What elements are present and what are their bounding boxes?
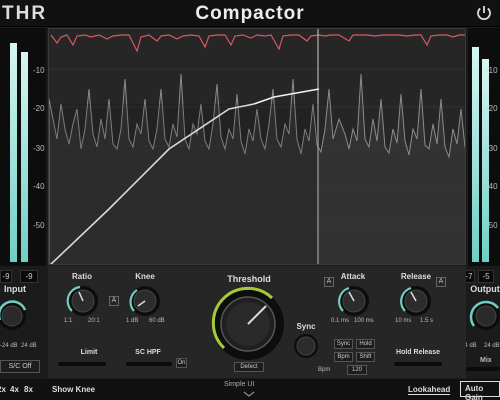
- sc-hpf-label: SC HPF: [135, 349, 161, 356]
- zoom-2x-button[interactable]: 2x: [0, 385, 6, 394]
- sync-knob[interactable]: [292, 332, 320, 360]
- threshold-knob[interactable]: [210, 286, 286, 362]
- knee-knob[interactable]: [128, 284, 162, 318]
- output-meter: -10 -20 -30 -40 -50: [468, 28, 500, 266]
- mix-label: Mix: [480, 357, 492, 364]
- release-knob[interactable]: [399, 284, 433, 318]
- attack-label: Attack: [340, 272, 366, 281]
- knee-min: 1 dB: [126, 318, 139, 324]
- bpm-label: Bpm: [318, 367, 331, 373]
- attack-auto-button[interactable]: A: [324, 277, 334, 287]
- detect-button[interactable]: Detect: [234, 362, 264, 372]
- compression-graph[interactable]: [48, 28, 466, 265]
- output-gain-knob[interactable]: [464, 298, 500, 336]
- release-auto-button[interactable]: A: [436, 277, 446, 287]
- ratio-min: 1:1: [64, 318, 73, 324]
- ratio-auto-button[interactable]: A: [109, 296, 119, 306]
- ratio-knob[interactable]: [66, 284, 100, 318]
- shift-mode-button[interactable]: Shift: [356, 352, 375, 362]
- hold-release-slider[interactable]: [394, 362, 442, 366]
- bottom-bar: 2x 4x 8x Show Knee Simple UI Lookahead A…: [0, 379, 500, 400]
- output-meter-bar-left: [472, 47, 479, 262]
- control-panel: Ratio 1:1 20:1 A Knee 1 dB 60 dB Limit S…: [48, 266, 466, 378]
- bpm-value-field[interactable]: 120: [347, 365, 367, 375]
- knee-max: 60 dB: [149, 318, 165, 324]
- output-max: 24 dB: [484, 343, 500, 349]
- ratio-max: 20:1: [88, 318, 100, 324]
- attack-knob[interactable]: [337, 284, 371, 318]
- input-scale-label: -30: [33, 144, 45, 153]
- attack-max: 100 ms: [354, 318, 374, 324]
- input-scale-label: -40: [33, 182, 45, 191]
- output-scale-label: -30: [486, 144, 498, 153]
- sc-hpf-slider[interactable]: [126, 362, 172, 366]
- bpm-mode-button[interactable]: Bpm: [334, 352, 353, 362]
- output-scale-label: -40: [486, 182, 498, 191]
- chevron-down-icon[interactable]: [243, 391, 255, 397]
- input-scale-label: -10: [33, 66, 45, 75]
- release-max: 1.5 s: [420, 318, 434, 324]
- output-peak-right: -5: [478, 270, 494, 283]
- output-meter-bar-right: [482, 59, 489, 262]
- plugin-title: Compactor: [195, 3, 305, 24]
- mix-slider[interactable]: [466, 367, 500, 371]
- output-scale-label: -10: [486, 66, 498, 75]
- graph-canvas: [49, 29, 465, 264]
- input-meter: -10 -20 -30 -40 -50: [0, 28, 46, 266]
- sync-mode-button[interactable]: Sync: [334, 339, 353, 349]
- zoom-4x-button[interactable]: 4x: [10, 385, 19, 394]
- limit-slider[interactable]: [58, 362, 106, 366]
- show-knee-button[interactable]: Show Knee: [52, 385, 95, 394]
- input-peak-left: -9: [0, 270, 12, 283]
- zoom-8x-button[interactable]: 8x: [24, 385, 33, 394]
- sidechain-off-button[interactable]: S/C Off: [0, 360, 40, 373]
- threshold-label: Threshold: [227, 274, 271, 284]
- simple-ui-toggle[interactable]: Simple UI: [224, 381, 254, 388]
- release-min: 10 ms: [395, 318, 412, 324]
- hold-mode-button[interactable]: Hold: [356, 339, 375, 349]
- output-scale-label: -50: [486, 221, 498, 230]
- input-gain-knob[interactable]: [0, 298, 34, 336]
- title-bar: THR Compactor: [0, 0, 500, 27]
- hold-release-label: Hold Release: [396, 349, 440, 356]
- input-meter-bar-right: [21, 52, 28, 262]
- input-scale-label: -50: [33, 221, 45, 230]
- input-label: Input: [4, 284, 26, 294]
- input-peak-right: -9: [20, 270, 38, 283]
- input-scale-label: -20: [33, 104, 45, 113]
- gain-reduction-trace: [50, 34, 465, 53]
- sc-hpf-on-button[interactable]: On: [176, 358, 187, 368]
- output-label: Output: [470, 284, 500, 294]
- below-threshold-region: [49, 104, 319, 264]
- limit-label: Limit: [80, 349, 98, 356]
- input-meter-bar-left: [10, 43, 17, 262]
- output-scale-label: -20: [486, 104, 498, 113]
- attack-min: 0.1 ms: [331, 318, 350, 324]
- lookahead-button[interactable]: Lookahead: [408, 385, 451, 395]
- input-min: -24 dB: [0, 343, 18, 349]
- sync-label: Sync: [296, 322, 316, 331]
- power-icon[interactable]: [475, 4, 493, 22]
- ratio-label: Ratio: [72, 272, 92, 281]
- input-max: 24 dB: [21, 343, 37, 349]
- auto-gain-button[interactable]: Auto Gain: [460, 381, 500, 400]
- knee-label: Knee: [135, 272, 155, 281]
- release-label: Release: [400, 272, 432, 281]
